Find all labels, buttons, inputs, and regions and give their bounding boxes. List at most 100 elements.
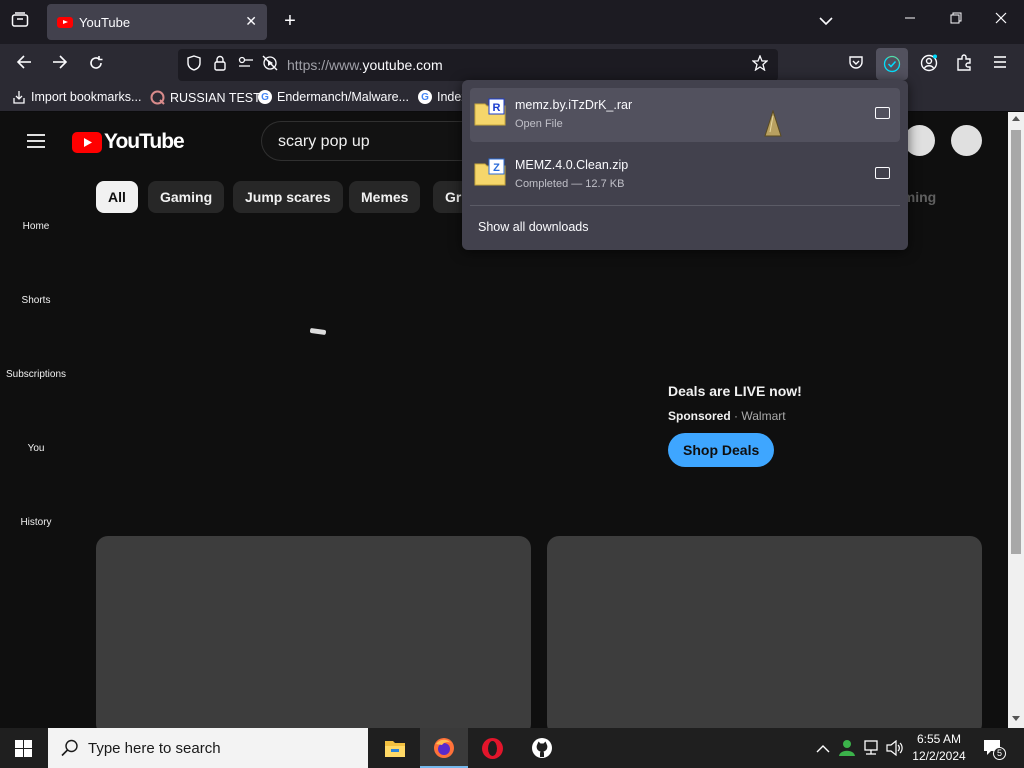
ad-title[interactable]: Deals are LIVE now! bbox=[668, 383, 802, 399]
url-text[interactable]: https://www.youtube.com bbox=[287, 57, 443, 73]
network-icon[interactable] bbox=[862, 740, 880, 761]
chip-jump-scares[interactable]: Jump scares bbox=[233, 181, 343, 213]
bookmark-import[interactable]: Import bookmarks... bbox=[12, 90, 141, 104]
permissions-icon[interactable] bbox=[236, 55, 256, 75]
sidebar-item-subscriptions[interactable]: Subscriptions bbox=[0, 369, 72, 380]
page-scrollbar[interactable] bbox=[1008, 112, 1024, 728]
show-in-folder-icon[interactable] bbox=[875, 107, 890, 119]
tab-title: YouTube bbox=[79, 14, 131, 30]
bookmark-label: Import bookmarks... bbox=[31, 90, 142, 104]
people-tray-icon[interactable] bbox=[838, 739, 856, 762]
notifications-avatar[interactable] bbox=[904, 125, 935, 156]
search-input[interactable]: scary pop up bbox=[261, 121, 481, 161]
import-icon bbox=[13, 91, 25, 104]
ad-separator: · bbox=[734, 409, 739, 423]
system-clock[interactable]: 6:55 AM 12/2/2024 bbox=[912, 731, 966, 765]
quiz-favicon-icon bbox=[150, 90, 165, 105]
google-favicon-icon: G bbox=[418, 90, 432, 104]
search-placeholder: Type here to search bbox=[88, 740, 221, 757]
taskbar-firefox-button[interactable] bbox=[420, 728, 468, 768]
loading-spinner bbox=[309, 327, 327, 336]
download-status: Completed — 12.7 KB bbox=[515, 178, 625, 190]
ad-advertiser: Walmart bbox=[741, 409, 786, 423]
scroll-up-arrow-icon[interactable] bbox=[1012, 116, 1020, 121]
download-item[interactable]: Z MEMZ.4.0.Clean.zip Completed — 12.7 KB bbox=[470, 148, 900, 202]
bookmark-index[interactable]: G Index bbox=[418, 90, 468, 104]
minimize-icon[interactable] bbox=[900, 10, 920, 30]
close-window-icon[interactable] bbox=[991, 10, 1011, 30]
video-thumbnail-placeholder[interactable] bbox=[96, 536, 531, 728]
address-bar[interactable]: https://www.youtube.com bbox=[178, 49, 778, 81]
clock-time: 6:55 AM bbox=[916, 732, 962, 746]
windows-start-icon[interactable] bbox=[15, 740, 32, 762]
scroll-down-arrow-icon[interactable] bbox=[1012, 716, 1020, 721]
divider bbox=[470, 205, 900, 206]
sidebar-item-history[interactable]: History bbox=[0, 517, 72, 528]
youtube-favicon-icon bbox=[57, 16, 73, 28]
tab-list-icon[interactable] bbox=[10, 12, 30, 34]
forward-icon[interactable] bbox=[50, 55, 70, 75]
video-thumbnail-placeholder[interactable] bbox=[547, 536, 982, 728]
youtube-logo[interactable]: YouTube bbox=[72, 130, 185, 154]
notification-count-badge: 5 bbox=[993, 747, 1006, 760]
shop-deals-button[interactable]: Shop Deals bbox=[668, 433, 775, 467]
chip-gri-truncated[interactable]: Gri bbox=[433, 181, 463, 213]
cursor-pointer-icon bbox=[762, 109, 784, 140]
action-center-notifications-icon[interactable]: 5 bbox=[983, 739, 1006, 762]
zip-archive-file-icon: Z bbox=[474, 158, 506, 186]
avatar[interactable] bbox=[951, 125, 982, 156]
show-all-downloads-link[interactable]: Show all downloads bbox=[478, 220, 589, 234]
ad-sponsored-label: Sponsored bbox=[668, 409, 731, 423]
scrollbar-thumb[interactable] bbox=[1011, 130, 1021, 554]
list-all-tabs-icon[interactable] bbox=[816, 12, 836, 32]
sidebar-item-home[interactable]: Home bbox=[0, 221, 72, 232]
chip-all[interactable]: All bbox=[96, 181, 138, 213]
bookmark-label: Endermanch/Malware... bbox=[277, 90, 410, 104]
google-favicon-icon: G bbox=[258, 90, 272, 104]
download-file-name: MEMZ.4.0.Clean.zip bbox=[515, 158, 629, 172]
github-icon[interactable] bbox=[531, 737, 553, 764]
bookmark-endermanch-malware[interactable]: G Endermanch/Malware... bbox=[258, 90, 409, 104]
tracking-protection-shield-icon[interactable] bbox=[184, 55, 204, 77]
chip-memes[interactable]: Memes bbox=[349, 181, 421, 213]
bookmark-star-icon[interactable] bbox=[750, 54, 770, 77]
sidebar-item-shorts[interactable]: Shorts bbox=[0, 295, 72, 306]
clock-date: 12/2/2024 bbox=[912, 749, 966, 763]
download-status: Open File bbox=[515, 118, 563, 130]
download-item[interactable]: R memz.by.iTzDrK_.rar Open File bbox=[470, 88, 900, 142]
download-file-name: memz.by.iTzDrK_.rar bbox=[515, 98, 633, 112]
tab-youtube[interactable]: YouTube ✕ bbox=[47, 4, 267, 40]
tab-close-icon[interactable]: ✕ bbox=[245, 13, 257, 30]
chip-gaming[interactable]: Gaming bbox=[148, 181, 225, 213]
restore-icon[interactable] bbox=[946, 10, 966, 30]
taskbar-search-box[interactable]: Type here to search bbox=[48, 728, 368, 768]
lock-icon[interactable] bbox=[210, 55, 230, 77]
autoplay-blocked-icon[interactable] bbox=[260, 55, 280, 77]
youtube-play-logo-icon bbox=[72, 131, 102, 153]
back-icon[interactable] bbox=[14, 55, 34, 75]
ad-meta: Sponsored · Walmart bbox=[668, 409, 786, 423]
firefox-icon bbox=[434, 738, 454, 758]
opera-icon[interactable] bbox=[481, 737, 504, 765]
app-menu-hamburger-icon[interactable] bbox=[990, 55, 1010, 75]
sidebar-item-you[interactable]: You bbox=[0, 443, 72, 454]
account-icon[interactable] bbox=[919, 54, 939, 78]
pocket-icon[interactable] bbox=[846, 55, 866, 76]
show-hidden-icons-chevron-icon[interactable] bbox=[816, 741, 830, 759]
volume-icon[interactable] bbox=[886, 739, 904, 761]
rar-archive-file-icon: R bbox=[474, 98, 506, 126]
file-explorer-icon[interactable] bbox=[384, 738, 406, 763]
bookmark-russian-test[interactable]: RUSSIAN TEST bbox=[150, 90, 261, 105]
guide-menu-icon[interactable] bbox=[26, 133, 46, 154]
taskbar: Type here to search 6:55 AM 12/2/2024 5 bbox=[0, 728, 1024, 768]
show-in-folder-icon[interactable] bbox=[875, 167, 890, 179]
file-badge-letter: Z bbox=[493, 162, 500, 174]
url-prefix: https://www. bbox=[287, 57, 363, 73]
downloads-button[interactable] bbox=[876, 48, 908, 80]
extensions-puzzle-icon[interactable] bbox=[954, 54, 974, 78]
file-badge-letter: R bbox=[493, 102, 501, 114]
bookmark-label: RUSSIAN TEST bbox=[170, 90, 261, 105]
new-tab-icon[interactable]: + bbox=[280, 11, 300, 31]
reload-icon[interactable] bbox=[86, 55, 106, 77]
downloads-panel: R memz.by.iTzDrK_.rar Open File Z MEMZ.4… bbox=[462, 80, 908, 250]
